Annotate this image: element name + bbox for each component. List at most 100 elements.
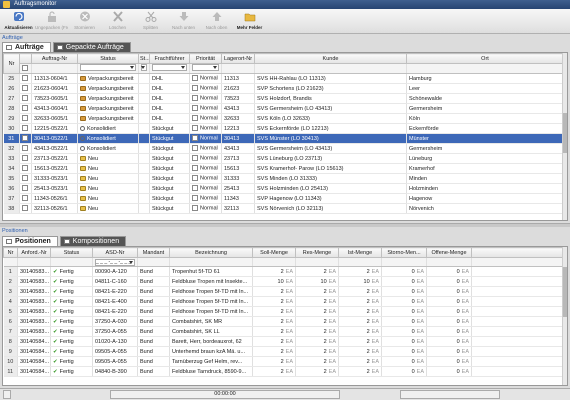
row-checkbox-cell[interactable] [19,123,32,134]
positions-table-row[interactable]: 1 30140583... ✔ Fertig 00090-A-120 Bund Tropen… [3,266,564,277]
row-checkbox-cell[interactable] [19,183,32,194]
tab-kompositionen[interactable]: Kompositionen [59,236,127,246]
row-checkbox[interactable] [22,165,28,172]
orders-column-header[interactable]: Ort [406,53,564,64]
positions-filter-cell[interactable] [3,257,18,267]
orders-column-header[interactable]: Nr [3,53,20,74]
orders-column-header[interactable]: Priorität [189,53,222,64]
positions-column-header[interactable]: Bezeichnung [169,247,253,258]
row-checkbox[interactable] [22,125,28,132]
panel-splitter[interactable] [0,223,570,227]
positions-column-header[interactable]: Storno-Men... [381,247,427,258]
orders-filter-cell[interactable] [254,63,407,74]
positions-filter-cell[interactable] [137,257,170,267]
toolbar-button-unlock[interactable]: Ungepacken (Freigeben) [35,8,68,33]
orders-column-header[interactable]: Lagerort-Nr [221,53,255,64]
row-checkbox-cell[interactable] [19,173,32,184]
positions-filter-cell[interactable] [471,257,564,267]
orders-table-row[interactable]: 37 11343-0526/1 Neu Stückgut Normal 11343 SVP … [3,193,564,204]
row-checkbox[interactable] [22,75,28,82]
row-checkbox[interactable] [22,195,28,202]
row-checkbox[interactable] [22,95,28,102]
toolbar-button-scissors[interactable]: Splitten [134,8,167,33]
row-checkbox-cell[interactable] [19,133,32,144]
orders-column-header[interactable]: Frachtführer [149,53,190,64]
positions-filter-cell[interactable] [426,257,472,267]
positions-table-row[interactable]: 11 30140584... ✔ Fertig 04840-B-390 Bund Feldb… [3,366,564,377]
tab-aufträge[interactable]: Aufträge [2,42,51,52]
orders-filter-cell[interactable] [149,63,190,74]
orders-table-row[interactable]: 34 15613-0522/1 Neu Stückgut Normal 15613 SVS … [3,163,564,174]
toolbar-button-arrow-down[interactable]: Nach unten [167,8,200,33]
positions-filter-cell[interactable] [17,257,51,267]
priority-checkbox[interactable] [192,115,198,122]
row-checkbox-cell[interactable] [19,83,32,94]
priority-checkbox[interactable] [192,125,198,132]
priority-checkbox[interactable] [192,165,198,172]
orders-filter-cell[interactable] [77,63,139,74]
orders-table-row[interactable]: 25 11313-0604/1 Verpackungsbereit DHL Normal… [3,73,564,84]
positions-filter-cell[interactable] [381,257,427,267]
positions-column-header[interactable]: Status [50,247,93,258]
positions-filter-cell[interactable] [295,257,339,267]
priority-checkbox[interactable] [192,105,198,112]
row-checkbox[interactable] [22,205,28,212]
orders-table-row[interactable]: 30 12215-0522/1 Konsolidiert Stückgut Normal… [3,123,564,134]
positions-table-row[interactable]: 3 30140583... ✔ Fertig 08421-E-220 Bund Feldho… [3,286,564,297]
positions-filter-cell[interactable]: _ _ _ -_ _ -_ _ _ [92,257,138,267]
positions-column-header[interactable]: Ist-Menge [338,247,382,258]
priority-checkbox[interactable] [192,195,198,202]
row-checkbox[interactable] [22,145,28,152]
row-checkbox-cell[interactable] [19,73,32,84]
positions-filter-cell[interactable] [338,257,382,267]
orders-table-row[interactable]: 27 73523-0605/1 Verpackungsbereit DHL Normal… [3,93,564,104]
orders-table-row[interactable]: 33 23713-0522/1 Neu Stückgut Normal 23713 SVS … [3,153,564,164]
priority-checkbox[interactable] [192,145,198,152]
positions-filter-cell[interactable] [169,257,253,267]
orders-column-header[interactable]: St... [138,53,150,64]
row-checkbox-cell[interactable] [19,163,32,174]
positions-grid[interactable]: Nr Anford.-Nr Status ASD-Nr Mandant Bezeichnu… [2,246,568,386]
row-checkbox[interactable] [22,185,28,192]
orders-column-header[interactable]: Kunde [254,53,407,64]
row-checkbox-cell[interactable] [19,93,32,104]
row-checkbox-cell[interactable] [19,203,32,214]
priority-checkbox[interactable] [192,75,198,82]
orders-table-row[interactable]: 32 43413-0522/1 Konsolidiert Stückgut Normal… [3,143,564,154]
positions-scroll-thumb[interactable] [563,267,567,317]
toolbar-button-arrow-up[interactable]: Nach oben [200,8,233,33]
priority-checkbox[interactable] [192,205,198,212]
positions-column-header[interactable]: Res-Menge [295,247,339,258]
positions-table-row[interactable]: 7 30140583... ✔ Fertig 37250-A-055 Bund Combat… [3,326,564,337]
positions-table-row[interactable]: 5 30140583... ✔ Fertig 08421-E-220 Bund Feldho… [3,306,564,317]
positions-table-row[interactable]: 10 30140584... ✔ Fertig 09505-A-055 Bund Tarnü… [3,356,564,367]
positions-column-header[interactable]: Mandant [137,247,170,258]
priority-checkbox[interactable] [192,135,198,142]
orders-filter-cell[interactable] [221,63,255,74]
toolbar-button-cancel[interactable]: Stornieren [68,8,101,33]
row-checkbox[interactable] [22,105,28,112]
positions-filter-cell[interactable] [252,257,296,267]
orders-table-row[interactable]: 31 30413-0522/1 Konsolidiert Stückgut Normal… [3,133,564,144]
row-checkbox[interactable] [22,175,28,182]
orders-column-header[interactable]: Auftrag-Nr [31,53,78,64]
positions-column-header[interactable]: Nr [3,247,18,258]
orders-column-header[interactable] [19,53,32,64]
orders-table-row[interactable]: 28 43413-0604/1 Verpackungsbereit DHL Normal… [3,103,564,114]
orders-column-header[interactable]: Status [77,53,139,64]
positions-vertical-scrollbar[interactable] [562,247,567,385]
priority-checkbox[interactable] [192,155,198,162]
orders-table-row[interactable]: 35 31333-0523/1 Neu Stückgut Normal 31333 SVS … [3,173,564,184]
orders-filter-cell[interactable] [31,63,78,74]
positions-table-row[interactable]: 6 30140583... ✔ Fertig 37250-A-030 Bund Combat… [3,316,564,327]
toolbar-button-delete[interactable]: Löschen [101,8,134,33]
row-checkbox[interactable] [22,135,28,142]
asd-filter-input[interactable]: _ _ _ -_ _ -_ _ _ [95,258,135,266]
row-checkbox-cell[interactable] [19,153,32,164]
priority-checkbox[interactable] [192,85,198,92]
orders-filter-cell[interactable] [138,63,150,74]
column-filter-dropdown[interactable] [80,64,136,71]
row-checkbox-cell[interactable] [19,193,32,204]
row-checkbox-cell[interactable] [19,103,32,114]
positions-table-row[interactable]: 4 30140583... ✔ Fertig 08421-E-400 Bund Feldho… [3,296,564,307]
